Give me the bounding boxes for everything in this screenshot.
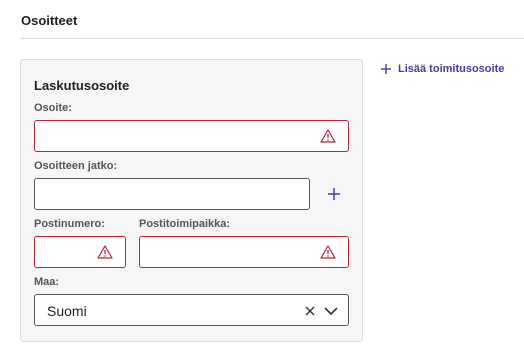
- section-divider: [20, 38, 524, 39]
- billing-address-card: Laskutusosoite Osoite: Osoitteen jatko: …: [20, 59, 363, 342]
- add-address-line-icon[interactable]: [325, 185, 343, 203]
- chevron-down-icon[interactable]: [324, 306, 338, 316]
- add-delivery-address-link[interactable]: Lisää toimitusosoite: [380, 63, 504, 75]
- postal-code-field[interactable]: [34, 236, 126, 268]
- city-field[interactable]: [139, 236, 349, 268]
- country-value: Suomi: [47, 303, 87, 319]
- country-select[interactable]: Suomi: [34, 294, 349, 326]
- city-label: Postitoimipaikka:: [139, 218, 231, 230]
- warning-icon: [320, 245, 336, 259]
- section-title: Osoitteet: [21, 13, 78, 28]
- addresses-page: Osoitteet Laskutusosoite Osoite: Osoitte…: [0, 0, 524, 360]
- address-label: Osoite:: [34, 102, 72, 114]
- add-delivery-address-label: Lisää toimitusosoite: [398, 63, 505, 75]
- clear-icon[interactable]: [304, 305, 316, 317]
- postal-code-label: Postinumero:: [34, 218, 105, 230]
- address-cont-label: Osoitteen jatko:: [34, 160, 118, 172]
- billing-title: Laskutusosoite: [34, 78, 130, 93]
- address-field[interactable]: [34, 120, 349, 152]
- warning-icon: [97, 245, 113, 259]
- address-cont-field[interactable]: [34, 178, 310, 210]
- country-label: Maa:: [34, 276, 60, 288]
- plus-icon: [381, 64, 391, 74]
- warning-icon: [320, 129, 336, 143]
